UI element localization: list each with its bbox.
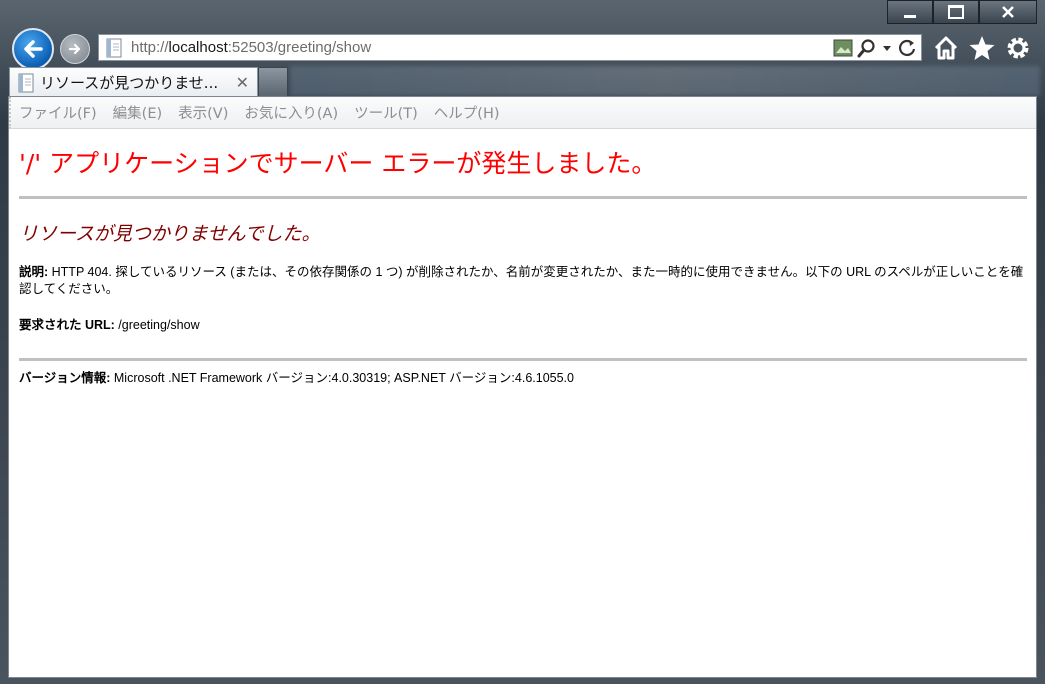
search-icon[interactable] [857,38,877,58]
command-icons [932,34,1032,62]
new-tab-button[interactable] [258,67,288,97]
tab-close-button[interactable]: ✕ [236,73,249,92]
menu-help[interactable]: ヘルプ(H) [434,102,500,123]
address-url[interactable]: http://localhost:52503/greeting/show [131,39,833,56]
menu-view[interactable]: 表示(V) [178,102,228,123]
url-path: :52503/greeting/show [227,39,372,56]
version-divider [19,358,1027,361]
version-text: Microsoft .NET Framework バージョン:4.0.30319… [110,371,574,385]
address-tools [833,38,921,58]
refresh-icon[interactable] [897,38,917,58]
tab-current[interactable]: リソースが見つかりませ... ✕ [9,67,258,97]
title-divider [19,196,1027,199]
minimize-button[interactable] [887,0,933,24]
maximize-button[interactable] [933,0,979,24]
content-frame: ファイル(F) 編集(E) 表示(V) お気に入り(A) ツール(T) ヘルプ(… [8,96,1037,678]
address-bar[interactable]: http://localhost:52503/greeting/show [98,34,922,61]
description-label: 説明: [19,265,49,279]
page-title: '/' アプリケーションでサーバー エラーが発生しました。 [19,149,657,178]
forward-arrow-icon [68,43,81,55]
compatibility-view-icon[interactable] [833,39,853,57]
menu-tools[interactable]: ツール(T) [354,102,418,123]
url-scheme: http:// [131,39,169,56]
version-label: バージョン情報: [19,371,111,385]
url-label: 要求された URL: [19,318,115,332]
back-button[interactable] [12,28,54,70]
dropdown-arrow-icon[interactable] [881,42,893,54]
page-icon [106,38,122,57]
minimize-icon [904,14,916,18]
maximize-icon [948,5,964,19]
version-info: バージョン情報: Microsoft .NET Framework バージョン:… [19,370,1027,387]
url-value: /greeting/show [114,318,200,332]
forward-button[interactable] [60,34,90,64]
tab-strip-background [290,66,1040,96]
requested-url: 要求された URL: /greeting/show [19,317,1027,334]
back-arrow-icon [24,40,43,58]
menu-bar: ファイル(F) 編集(E) 表示(V) お気に入り(A) ツール(T) ヘルプ(… [9,97,1036,129]
url-host: localhost [168,39,228,56]
close-window-button[interactable] [979,0,1037,24]
tools-gear-icon[interactable] [1004,34,1032,62]
favorites-star-icon[interactable] [968,34,996,62]
home-icon[interactable] [932,34,960,62]
error-subtitle: リソースが見つかりませんでした。 [19,223,321,245]
description-text: HTTP 404. 探しているリソース (または、その依存関係の 1 つ) が削… [19,265,1024,296]
error-description: 説明: HTTP 404. 探しているリソース (または、その依存関係の 1 つ… [19,264,1027,298]
menu-edit[interactable]: 編集(E) [113,102,162,123]
menu-favorites[interactable]: お気に入り(A) [244,102,338,123]
close-icon [1002,6,1014,18]
tab-page-icon [18,73,34,92]
error-page: '/' アプリケーションでサーバー エラーが発生しました。 リソースが見つかりま… [9,147,1036,387]
menu-file[interactable]: ファイル(F) [19,102,97,123]
tab-title: リソースが見つかりませ... [40,74,219,92]
window-controls [887,0,1037,24]
